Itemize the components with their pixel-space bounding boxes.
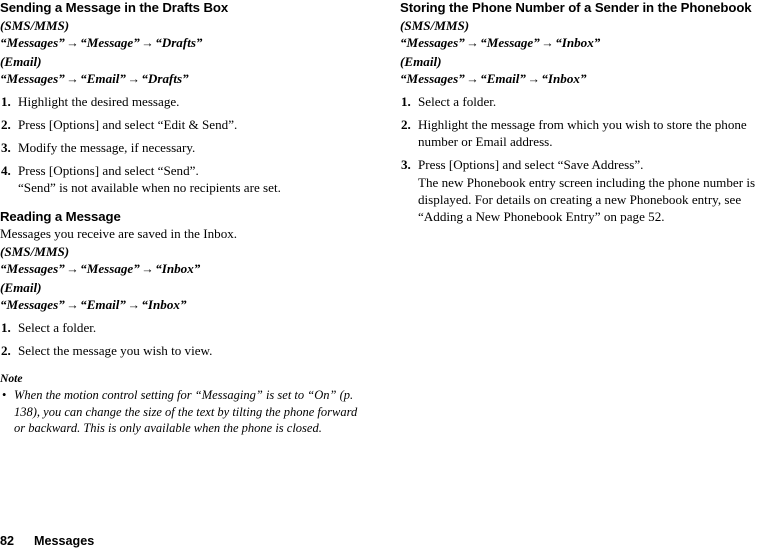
step-number: 3. xyxy=(401,157,411,173)
arrow-right-icon: → xyxy=(66,261,79,276)
page-number: 82 xyxy=(0,534,15,548)
section-sending-message-drafts: Sending a Message in the Drafts Box (SMS… xyxy=(0,0,366,196)
nav-path-segment: “Email” xyxy=(80,71,126,87)
step-text: Highlight the desired message. xyxy=(18,93,180,109)
step-item: 4. Press [Options] and select “Send”. “S… xyxy=(0,162,366,197)
bullet-icon: • xyxy=(2,387,7,402)
arrow-right-icon: → xyxy=(66,297,79,312)
nav-path-segment: “Drafts” xyxy=(141,71,189,87)
step-note-text: The new Phonebook entry screen including… xyxy=(418,174,756,225)
label-email-sending: (Email) xyxy=(0,53,42,69)
label-sms-mms-reading: (SMS/MMS) xyxy=(0,243,70,259)
step-text: Press [Options] and select “Send”. xyxy=(18,162,199,178)
label-email-reading: (Email) xyxy=(0,279,42,295)
nav-path-sms-sending: “Messages” → “Message” → “Drafts” xyxy=(0,34,366,53)
step-text: Select a folder. xyxy=(18,319,97,335)
label-sms-mms-storing: (SMS/MMS) xyxy=(400,17,470,33)
step-text: Select a folder. xyxy=(418,93,497,109)
steps-list-storing: 1. Select a folder. 2. Highlight the mes… xyxy=(400,93,764,226)
step-item: 2. Highlight the message from which you … xyxy=(400,116,764,151)
section-reading-message: Reading a Message Messages you receive a… xyxy=(0,209,366,436)
nav-path-segment: “Messages” xyxy=(400,71,465,87)
nav-path-segment: “Messages” xyxy=(0,297,65,313)
step-item: 2. Select the message you wish to view. xyxy=(0,342,366,359)
step-item: 3. Modify the message, if necessary. xyxy=(0,139,366,156)
nav-path-email-storing: “Messages” → “Email” → “Inbox” xyxy=(400,70,764,89)
nav-path-segment: “Message” xyxy=(80,35,140,51)
step-number: 1. xyxy=(1,319,11,335)
step-number: 2. xyxy=(1,116,11,132)
nav-path-segment: “Inbox” xyxy=(141,297,187,313)
step-number: 1. xyxy=(401,93,411,109)
section-heading-storing-phone-number: Storing the Phone Number of a Sender in … xyxy=(400,0,752,15)
section-heading-reading-message: Reading a Message xyxy=(0,209,121,225)
step-text: Press [Options] and select “Edit & Send”… xyxy=(18,116,238,132)
nav-path-email-reading: “Messages” → “Email” → “Inbox” xyxy=(0,296,366,315)
step-text: Highlight the message from which you wis… xyxy=(418,116,747,150)
arrow-right-icon: → xyxy=(527,71,540,86)
arrow-right-icon: → xyxy=(127,71,140,86)
nav-path-sms-storing: “Messages” → “Message” → “Inbox” xyxy=(400,34,764,53)
note-block: Note • When the motion control setting f… xyxy=(0,372,366,436)
label-email-storing: (Email) xyxy=(400,53,442,69)
step-number: 1. xyxy=(1,93,11,109)
note-bullet-list: • When the motion control setting for “M… xyxy=(0,387,366,436)
reading-message-intro: Messages you receive are saved in the In… xyxy=(0,225,238,241)
step-item: 1. Select a folder. xyxy=(0,319,366,336)
step-item: 3. Press [Options] and select “Save Addr… xyxy=(400,156,764,226)
step-item: 2. Press [Options] and select “Edit & Se… xyxy=(0,116,366,133)
nav-path-sms-reading: “Messages” → “Message” → “Inbox” xyxy=(0,260,366,279)
note-bullet-item: • When the motion control setting for “M… xyxy=(0,387,366,436)
step-number: 2. xyxy=(1,342,11,358)
label-sms-mms-sending: (SMS/MMS) xyxy=(0,17,70,33)
nav-path-segment: “Messages” xyxy=(0,261,65,277)
step-number: 2. xyxy=(401,116,411,132)
nav-path-segment: “Email” xyxy=(480,71,526,87)
nav-path-segment: “Inbox” xyxy=(541,71,587,87)
nav-path-segment: “Message” xyxy=(80,261,140,277)
note-text: When the motion control setting for “Mes… xyxy=(14,388,358,435)
note-label: Note xyxy=(0,372,23,386)
arrow-right-icon: → xyxy=(466,71,479,86)
nav-path-segment: “Inbox” xyxy=(155,261,201,277)
step-item: 1. Select a folder. xyxy=(400,93,764,110)
arrow-right-icon: → xyxy=(66,35,79,50)
page-footer: 82 Messages xyxy=(0,534,764,549)
arrow-right-icon: → xyxy=(541,35,554,50)
nav-path-segment: “Email” xyxy=(80,297,126,313)
arrow-right-icon: → xyxy=(141,35,154,50)
nav-path-segment: “Messages” xyxy=(0,35,65,51)
nav-path-segment: “Drafts” xyxy=(155,35,203,51)
nav-path-segment: “Message” xyxy=(480,35,540,51)
left-column: Sending a Message in the Drafts Box (SMS… xyxy=(0,0,366,436)
nav-path-email-sending: “Messages” → “Email” → “Drafts” xyxy=(0,70,366,89)
right-column: Storing the Phone Number of a Sender in … xyxy=(400,0,764,226)
nav-path-segment: “Messages” xyxy=(400,35,465,51)
nav-path-segment: “Messages” xyxy=(0,71,65,87)
steps-list-sending: 1. Highlight the desired message. 2. Pre… xyxy=(0,93,366,197)
step-text: Select the message you wish to view. xyxy=(18,342,213,358)
section-heading-sending-message: Sending a Message in the Drafts Box xyxy=(0,0,229,15)
step-text: Modify the message, if necessary. xyxy=(18,139,196,155)
step-text: Press [Options] and select “Save Address… xyxy=(418,157,644,173)
manual-page: Sending a Message in the Drafts Box (SMS… xyxy=(0,0,764,552)
arrow-right-icon: → xyxy=(127,297,140,312)
chapter-name: Messages xyxy=(34,534,95,548)
step-number: 3. xyxy=(1,139,11,155)
steps-list-reading: 1. Select a folder. 2. Select the messag… xyxy=(0,319,366,359)
nav-path-segment: “Inbox” xyxy=(555,35,601,51)
step-number: 4. xyxy=(1,162,11,178)
step-item: 1. Highlight the desired message. xyxy=(0,93,366,110)
section-storing-phone-number: Storing the Phone Number of a Sender in … xyxy=(400,0,764,226)
arrow-right-icon: → xyxy=(66,71,79,86)
arrow-right-icon: → xyxy=(466,35,479,50)
arrow-right-icon: → xyxy=(141,261,154,276)
step-note-text: “Send” is not available when no recipien… xyxy=(18,180,281,195)
